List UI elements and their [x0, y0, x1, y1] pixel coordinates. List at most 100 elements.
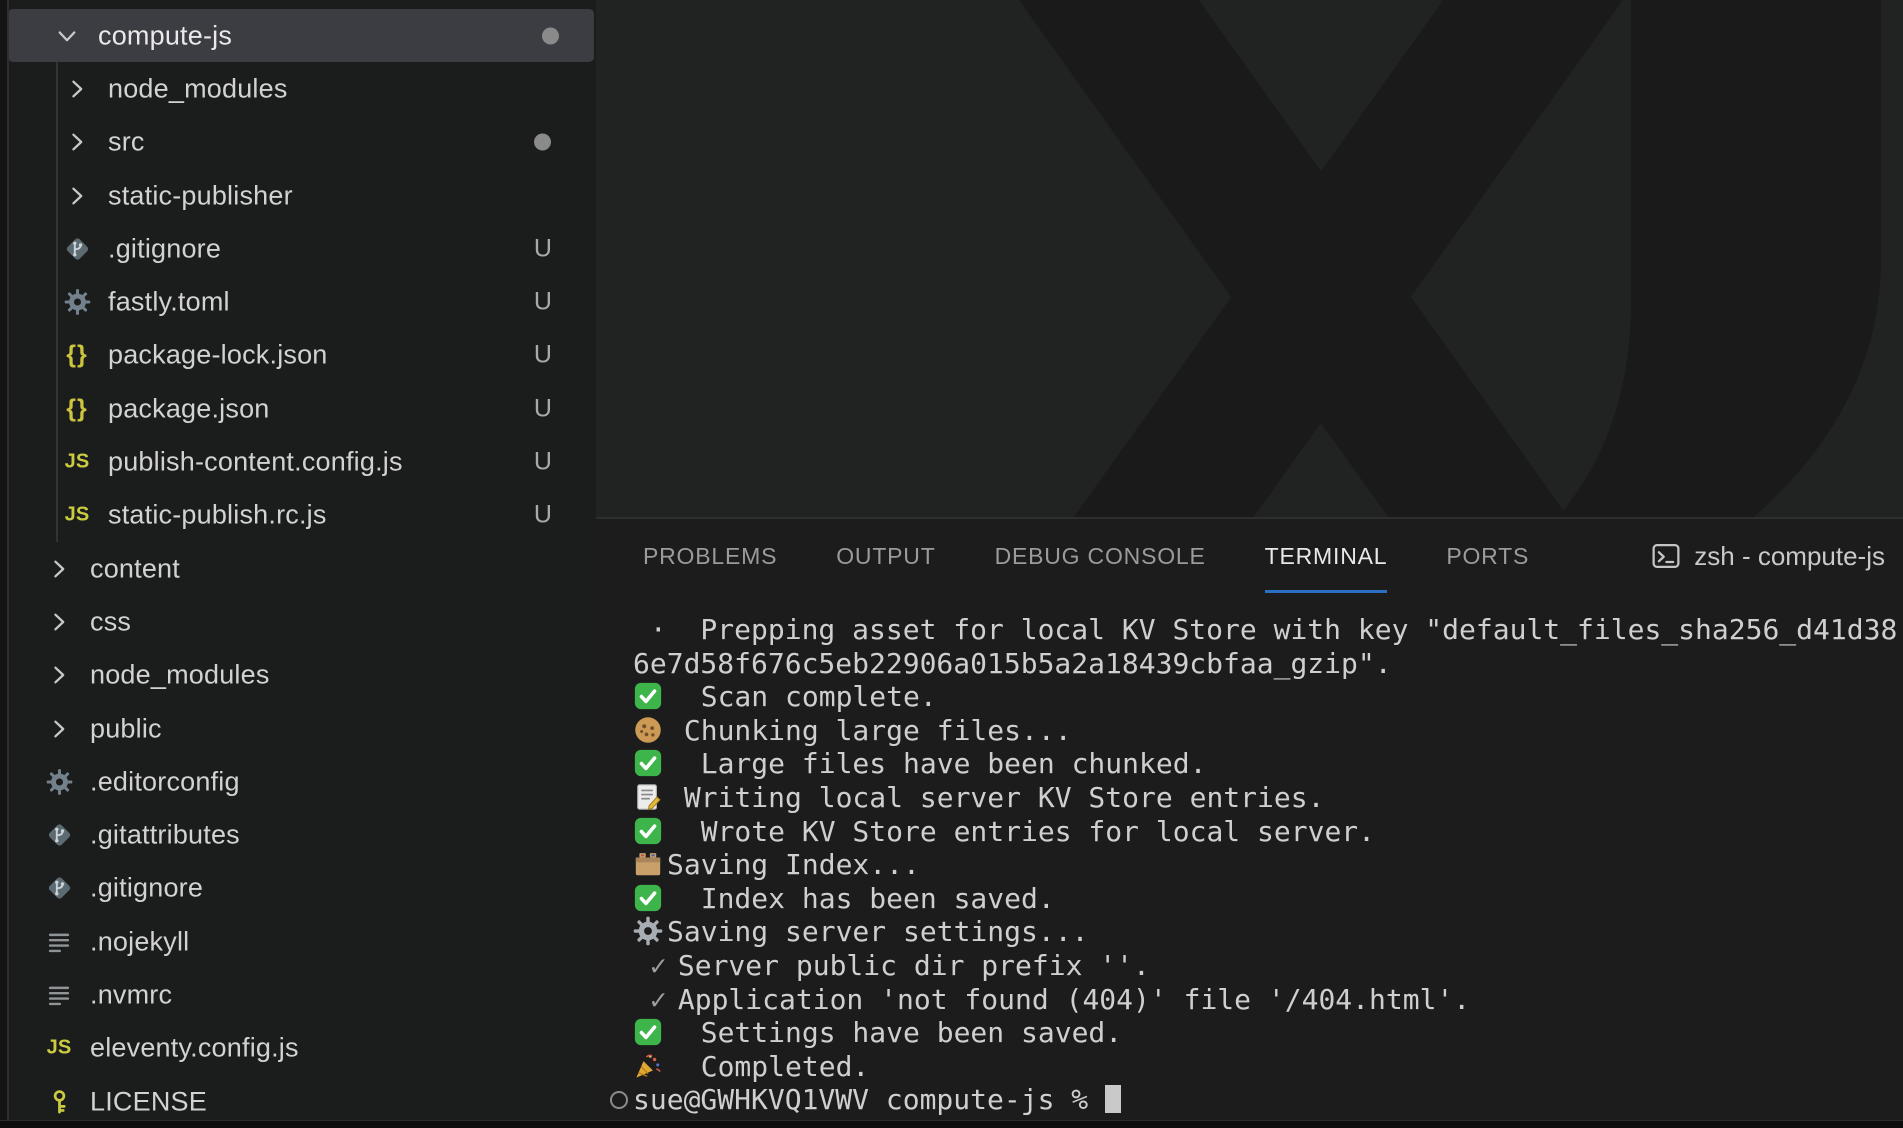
tree-item-label: node_modules: [90, 660, 270, 691]
js-file-icon: JS: [60, 504, 94, 527]
license-key-icon: [42, 1088, 76, 1115]
terminal-line-text: Server public dir prefix ''.: [678, 949, 1150, 982]
tree-item-label: .nvmrc: [90, 979, 172, 1010]
js-file-icon: JS: [60, 451, 94, 474]
js-file-icon: JS: [42, 1037, 76, 1060]
git-untracked-badge: U: [528, 288, 558, 317]
git-untracked-badge: U: [528, 234, 558, 263]
terminal-line-text: Completed.: [667, 1050, 869, 1083]
tree-item-nojekyll[interactable]: .nojekyll: [0, 915, 594, 968]
card-box-icon: [633, 849, 663, 879]
chevron-right-icon: [60, 76, 94, 102]
check-mark-icon: ✓: [650, 983, 678, 1017]
terminal-prompt-text: sue@GWHKVQ1VWV compute-js %: [633, 1083, 1105, 1116]
file-tree: compute-jsnode_modulessrcstatic-publishe…: [0, 9, 594, 1120]
tree-item-label: package.json: [108, 393, 270, 424]
terminal-line: Settings have been saved.: [633, 1016, 1903, 1050]
terminal-line: ✓Application 'not found (404)' file '/40…: [633, 983, 1903, 1017]
panel-tab-output[interactable]: OUTPUT: [836, 519, 935, 593]
tree-item-label: eleventy.config.js: [90, 1033, 299, 1064]
tree-item-license[interactable]: LICENSE: [0, 1075, 594, 1120]
bottom-panel: PROBLEMS OUTPUT DEBUG CONSOLE TERMINAL PORTS…: [596, 517, 1903, 1120]
tree-item-gitattributes[interactable]: .gitattributes: [0, 808, 594, 861]
check-mark-icon: ✓: [650, 949, 678, 983]
panel-tab-terminal[interactable]: TERMINAL: [1265, 519, 1388, 593]
tree-item-label: fastly.toml: [108, 287, 230, 318]
panel-tab-bar: PROBLEMS OUTPUT DEBUG CONSOLE TERMINAL PORTS…: [596, 519, 1903, 593]
tree-item-label: .gitattributes: [90, 820, 240, 851]
terminal-session-item[interactable]: zsh - compute-js: [1651, 519, 1903, 593]
watermark-logo: [596, 0, 1903, 517]
terminal-output[interactable]: · Prepping asset for local KV Store with…: [596, 593, 1903, 1117]
tree-item-editorconfig[interactable]: .editorconfig: [0, 755, 594, 808]
modified-dot-badge: [542, 27, 559, 44]
tree-item-src[interactable]: src: [0, 116, 594, 169]
chevron-right-icon: [42, 662, 76, 688]
git-untracked-badge: U: [528, 448, 558, 477]
command-decoration-icon: [610, 1091, 628, 1109]
gear-gray-icon: [633, 916, 663, 946]
tree-item-label: .gitignore: [108, 233, 221, 264]
tree-item-label: package-lock.json: [108, 340, 328, 371]
terminal-line-text: Settings have been saved.: [667, 1016, 1122, 1049]
terminal-line-text: Writing local server KV Store entries.: [667, 781, 1324, 814]
json-file-icon: {}: [60, 394, 94, 423]
chevron-right-icon: [60, 129, 94, 155]
tree-item-label: public: [90, 713, 162, 744]
tree-item-static-publish-rc-js[interactable]: JSstatic-publish.rc.jsU: [0, 489, 594, 542]
gear-file-icon: [60, 289, 94, 316]
tree-item-publish-content-config-js[interactable]: JSpublish-content.config.jsU: [0, 435, 594, 488]
panel-tab-problems[interactable]: PROBLEMS: [643, 519, 777, 593]
git-untracked-badge: U: [528, 501, 558, 530]
git-untracked-badge: U: [528, 394, 558, 423]
terminal-line: Saving server settings...: [633, 915, 1903, 949]
window-left-edge: [0, 0, 9, 1120]
git-file-icon: [42, 875, 76, 902]
tree-item-label: src: [108, 127, 145, 158]
tree-item-node-modules[interactable]: node_modules: [0, 62, 594, 115]
tree-item-fastly-toml[interactable]: fastly.toml U: [0, 275, 594, 328]
check-green-icon: [633, 681, 663, 711]
panel-tab-ports[interactable]: PORTS: [1446, 519, 1529, 593]
tree-item-css[interactable]: css: [0, 595, 594, 648]
terminal-line-text: · Prepping asset for local KV Store with…: [633, 613, 1897, 646]
tree-item-compute-js[interactable]: compute-js: [8, 9, 594, 62]
editor-area: [596, 0, 1903, 517]
chevron-right-icon: [60, 183, 94, 209]
text-file-icon: [42, 982, 76, 1008]
chevron-right-icon: [42, 556, 76, 582]
text-file-icon: [42, 929, 76, 955]
tree-item-label: static-publisher: [108, 180, 293, 211]
tree-item-node-modules[interactable]: node_modules: [0, 649, 594, 702]
tree-item-label: .nojekyll: [90, 926, 189, 957]
panel-tab-debug-console[interactable]: DEBUG CONSOLE: [995, 519, 1206, 593]
terminal-line-text: Scan complete.: [667, 680, 937, 713]
window-bottom-edge: [0, 1120, 1903, 1128]
terminal-line: Large files have been chunked.: [633, 747, 1903, 781]
tree-item-label: .gitignore: [90, 873, 203, 904]
json-file-icon: {}: [60, 341, 94, 370]
tree-item-nvmrc[interactable]: .nvmrc: [0, 968, 594, 1021]
terminal-prompt-line[interactable]: sue@GWHKVQ1VWV compute-js %: [633, 1083, 1903, 1117]
tree-item-gitignore[interactable]: .gitignore U: [0, 222, 594, 275]
terminal-line: Wrote KV Store entries for local server.: [633, 815, 1903, 849]
panel-tabs-list: PROBLEMS OUTPUT DEBUG CONSOLE TERMINAL PORTS: [643, 519, 1588, 593]
chevron-right-icon: [42, 716, 76, 742]
tree-item-content[interactable]: content: [0, 542, 594, 595]
chevron-right-icon: [42, 609, 76, 635]
tree-item-public[interactable]: public: [0, 702, 594, 755]
tree-item-package-lock-json[interactable]: {}package-lock.jsonU: [0, 329, 594, 382]
check-green-icon: [633, 883, 663, 913]
tree-item-label: LICENSE: [90, 1086, 207, 1117]
tree-item-gitignore[interactable]: .gitignore: [0, 862, 594, 915]
tree-item-static-publisher[interactable]: static-publisher: [0, 169, 594, 222]
terminal-icon: [1651, 541, 1681, 571]
terminal-line: · Prepping asset for local KV Store with…: [633, 613, 1903, 647]
tree-item-label: content: [90, 553, 180, 584]
chevron-down-icon: [50, 23, 84, 49]
check-green-icon: [633, 1017, 663, 1047]
tree-item-eleventy-config-js[interactable]: JS eleventy.config.js: [0, 1022, 594, 1075]
modified-dot-badge: [534, 134, 551, 151]
vscode-window: compute-jsnode_modulessrcstatic-publishe…: [0, 0, 1903, 1128]
tree-item-package-json[interactable]: {} package.json U: [0, 382, 594, 435]
